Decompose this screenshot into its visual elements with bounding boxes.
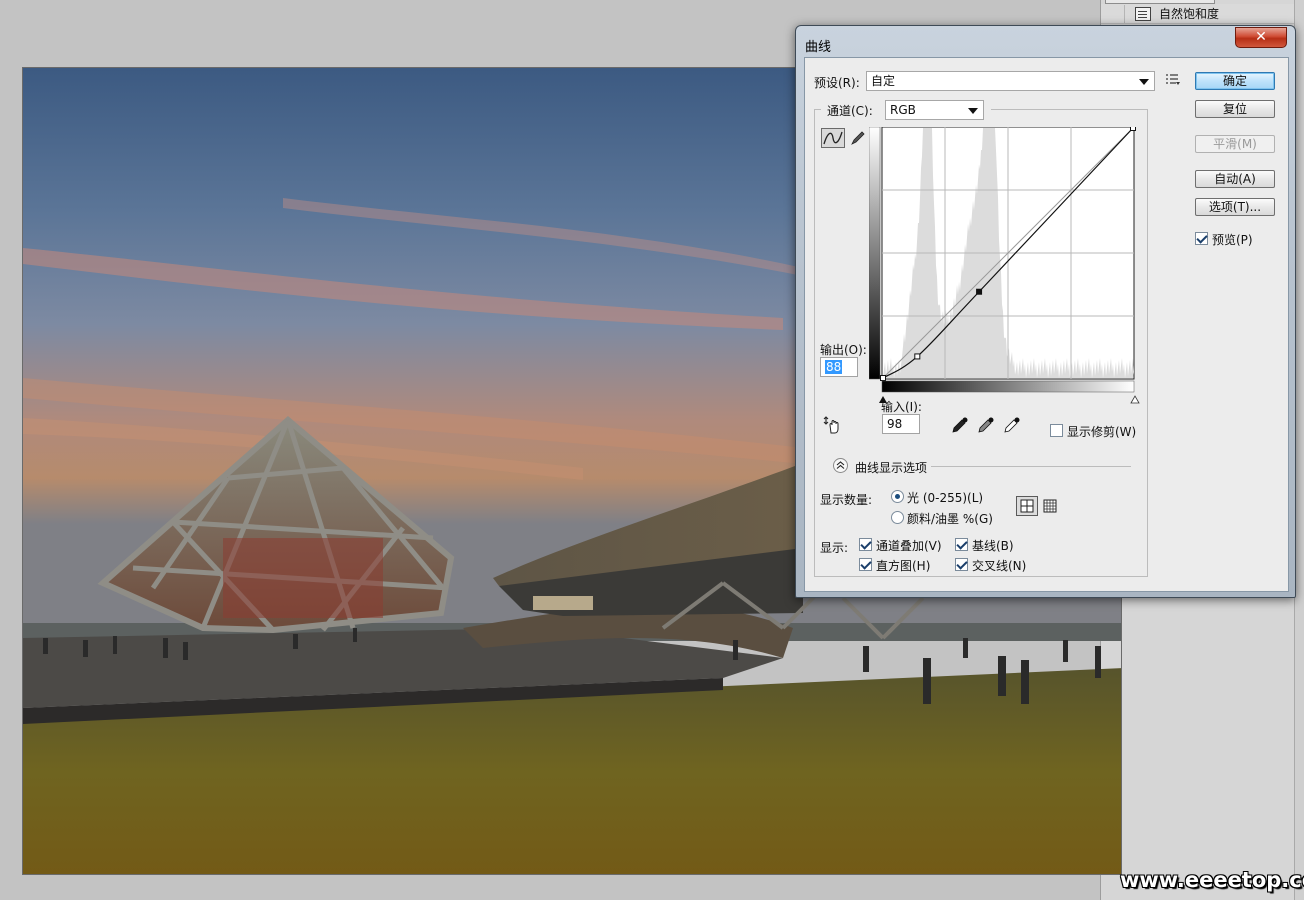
output-gradient-bar — [869, 127, 881, 380]
pigment-option-label: 颜料/油墨 %(G) — [907, 512, 993, 526]
histogram-checkbox[interactable] — [859, 558, 872, 571]
chevron-down-icon — [1139, 79, 1149, 85]
chevron-up-double-icon — [836, 461, 845, 469]
light-radio[interactable] — [891, 490, 904, 503]
channel-label: 通道(C): — [827, 104, 873, 118]
output-field[interactable]: 88 — [820, 357, 858, 377]
group-border — [814, 576, 1148, 577]
hand-adjust-icon — [823, 416, 839, 434]
detailed-grid-button[interactable] — [1042, 498, 1060, 517]
input-gradient-bar — [881, 380, 1135, 393]
grid-4-icon — [1020, 499, 1034, 513]
display-options-label: 曲线显示选项 — [855, 461, 928, 475]
dialog-body: 预设(R): 自定 确定 复位 平滑(M) 自动(A) 选项(T)... 预览(… — [804, 57, 1289, 592]
history-snapshot-cell[interactable] — [1105, 4, 1125, 23]
group-border — [814, 109, 815, 577]
intersection-line-checkbox[interactable] — [955, 558, 968, 571]
curves-dialog: 曲线 ✕ 预设(R): 自定 确定 复位 平滑(M) 自动(A) 选项(T)..… — [795, 25, 1296, 598]
intersection-line-label: 交叉线(N) — [972, 559, 1027, 573]
white-point-slider — [1130, 395, 1140, 404]
preset-select-value: 自定 — [871, 74, 896, 88]
baseline-checkbox[interactable] — [955, 538, 968, 551]
channel-overlays-label: 通道叠加(V) — [876, 539, 942, 553]
curve-point[interactable] — [914, 353, 921, 360]
show-clipping-label: 显示修剪(W) — [1067, 425, 1137, 439]
close-button[interactable]: ✕ — [1235, 27, 1287, 48]
curve-point-selected[interactable] — [976, 288, 983, 295]
pencil-icon — [851, 131, 865, 145]
show-label: 显示: — [820, 541, 849, 555]
adjustment-layer-icon — [1135, 6, 1151, 21]
output-label: 输出(O): — [820, 343, 867, 357]
options-button[interactable]: 选项(T)... — [1195, 198, 1275, 216]
preview-label: 预览(P) — [1212, 233, 1253, 247]
history-item[interactable]: 自然饱和度 — [1101, 4, 1304, 24]
curve-tool-icon — [823, 131, 843, 145]
preset-options-icon[interactable] — [1165, 73, 1181, 90]
dialog-titlebar[interactable]: 曲线 ✕ — [796, 26, 1295, 56]
input-field[interactable]: 98 — [882, 414, 920, 434]
show-clipping-checkbox[interactable] — [1050, 424, 1063, 437]
black-eyedropper[interactable] — [951, 416, 969, 437]
preset-label: 预设(R): — [814, 76, 860, 90]
watermark-text: www.eeeetop.com — [1120, 868, 1304, 892]
targeted-adjustment-tool[interactable] — [822, 415, 844, 438]
group-border — [991, 109, 1147, 110]
gray-eyedropper-icon — [978, 417, 994, 433]
gray-eyedropper[interactable] — [977, 416, 995, 437]
ok-button[interactable]: 确定 — [1195, 72, 1275, 90]
white-eyedropper-icon — [1004, 417, 1020, 433]
dialog-title: 曲线 — [805, 40, 832, 55]
input-label: 输入(I): — [881, 400, 922, 414]
curve-graph[interactable] — [869, 127, 1141, 405]
pencil-tool[interactable] — [849, 129, 867, 150]
chevron-down-icon — [968, 108, 978, 114]
baseline-label: 基线(B) — [972, 539, 1014, 553]
histogram-label: 直方图(H) — [876, 559, 931, 573]
curve-point-tool[interactable] — [821, 128, 845, 148]
close-icon: ✕ — [1255, 29, 1267, 45]
black-eyedropper-icon — [952, 417, 968, 433]
grid-10-icon — [1043, 499, 1057, 513]
group-border — [1147, 109, 1148, 577]
output-value: 88 — [825, 360, 843, 374]
pigment-radio[interactable] — [891, 511, 904, 524]
group-border — [814, 109, 821, 110]
simple-grid-button[interactable] — [1016, 496, 1038, 516]
auto-button[interactable]: 自动(A) — [1195, 170, 1275, 188]
light-option-label: 光 (0-255)(L) — [907, 491, 984, 505]
preset-select[interactable]: 自定 — [866, 71, 1155, 91]
channel-select-value: RGB — [890, 103, 916, 117]
white-eyedropper[interactable] — [1003, 416, 1021, 437]
preview-checkbox[interactable] — [1195, 232, 1208, 245]
collapse-options-button[interactable] — [833, 458, 848, 473]
curve-point[interactable] — [880, 375, 886, 381]
section-divider — [931, 466, 1131, 467]
reset-button[interactable]: 复位 — [1195, 100, 1275, 118]
show-amount-label: 显示数量: — [820, 493, 873, 507]
smooth-button[interactable]: 平滑(M) — [1195, 135, 1275, 153]
curve-point[interactable] — [1130, 127, 1136, 131]
channel-select[interactable]: RGB — [885, 100, 984, 120]
history-item-label: 自然饱和度 — [1159, 7, 1220, 21]
input-value: 98 — [887, 417, 903, 431]
channel-overlays-checkbox[interactable] — [859, 538, 872, 551]
